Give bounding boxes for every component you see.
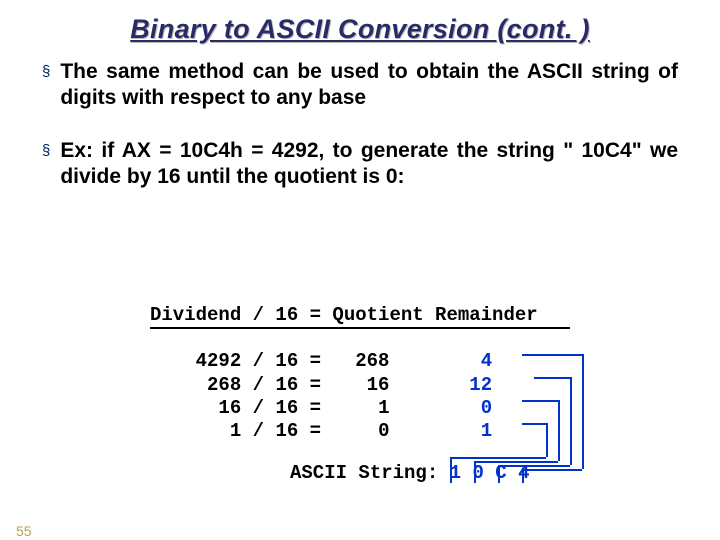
connector-line [498,465,500,483]
bullet-item: § Ex: if AX = 10C4h = 4292, to generate … [42,138,678,191]
connector-line [582,354,584,469]
connector-line [522,469,582,471]
cell-quotient: 0 [378,420,389,442]
bullet-marker: § [42,59,50,85]
cell-remainder: 0 [481,397,492,419]
cell-remainder: 1 [481,420,492,442]
connector-line [522,354,582,356]
bullet-list: § The same method can be used to obtain … [42,59,678,190]
connector-line [498,465,570,467]
connector-line [522,469,524,483]
connector-line [450,457,546,459]
connector-line [474,461,558,463]
cell-remainder: 12 [469,374,492,396]
cell-dividend: 16 [218,397,241,419]
table-header: Dividend / 16 = Quotient Remainder [150,304,538,326]
bullet-text: Ex: if AX = 10C4h = 4292, to generate th… [60,138,678,191]
cell-remainder: 4 [481,350,492,372]
connector-line [522,423,546,425]
connector-line [522,400,558,402]
bullet-item: § The same method can be used to obtain … [42,59,678,112]
cell-dividend: 4292 [196,350,242,372]
cell-quotient: 1 [378,397,389,419]
connector-line [570,377,572,465]
division-table: Dividend / 16 = Quotient Remainder 4292 … [150,304,538,443]
ascii-string-output: ASCII String: 1 0 C 4 [290,462,529,484]
cell-dividend: 1 [230,420,241,442]
connector-line [546,423,548,457]
cell-quotient: 16 [367,374,390,396]
connector-line [450,457,452,483]
connector-line [534,377,570,379]
page-number: 55 [16,523,32,539]
connector-line [474,461,476,483]
connector-line [558,400,560,461]
slide-title: Binary to ASCII Conversion (cont. ) [0,14,720,45]
bullet-text: The same method can be used to obtain th… [60,59,678,112]
bullet-marker: § [42,138,50,164]
ascii-string-label: ASCII String: [290,462,438,484]
cell-dividend: 268 [207,374,241,396]
table-header-underline [150,327,570,329]
cell-quotient: 268 [355,350,389,372]
